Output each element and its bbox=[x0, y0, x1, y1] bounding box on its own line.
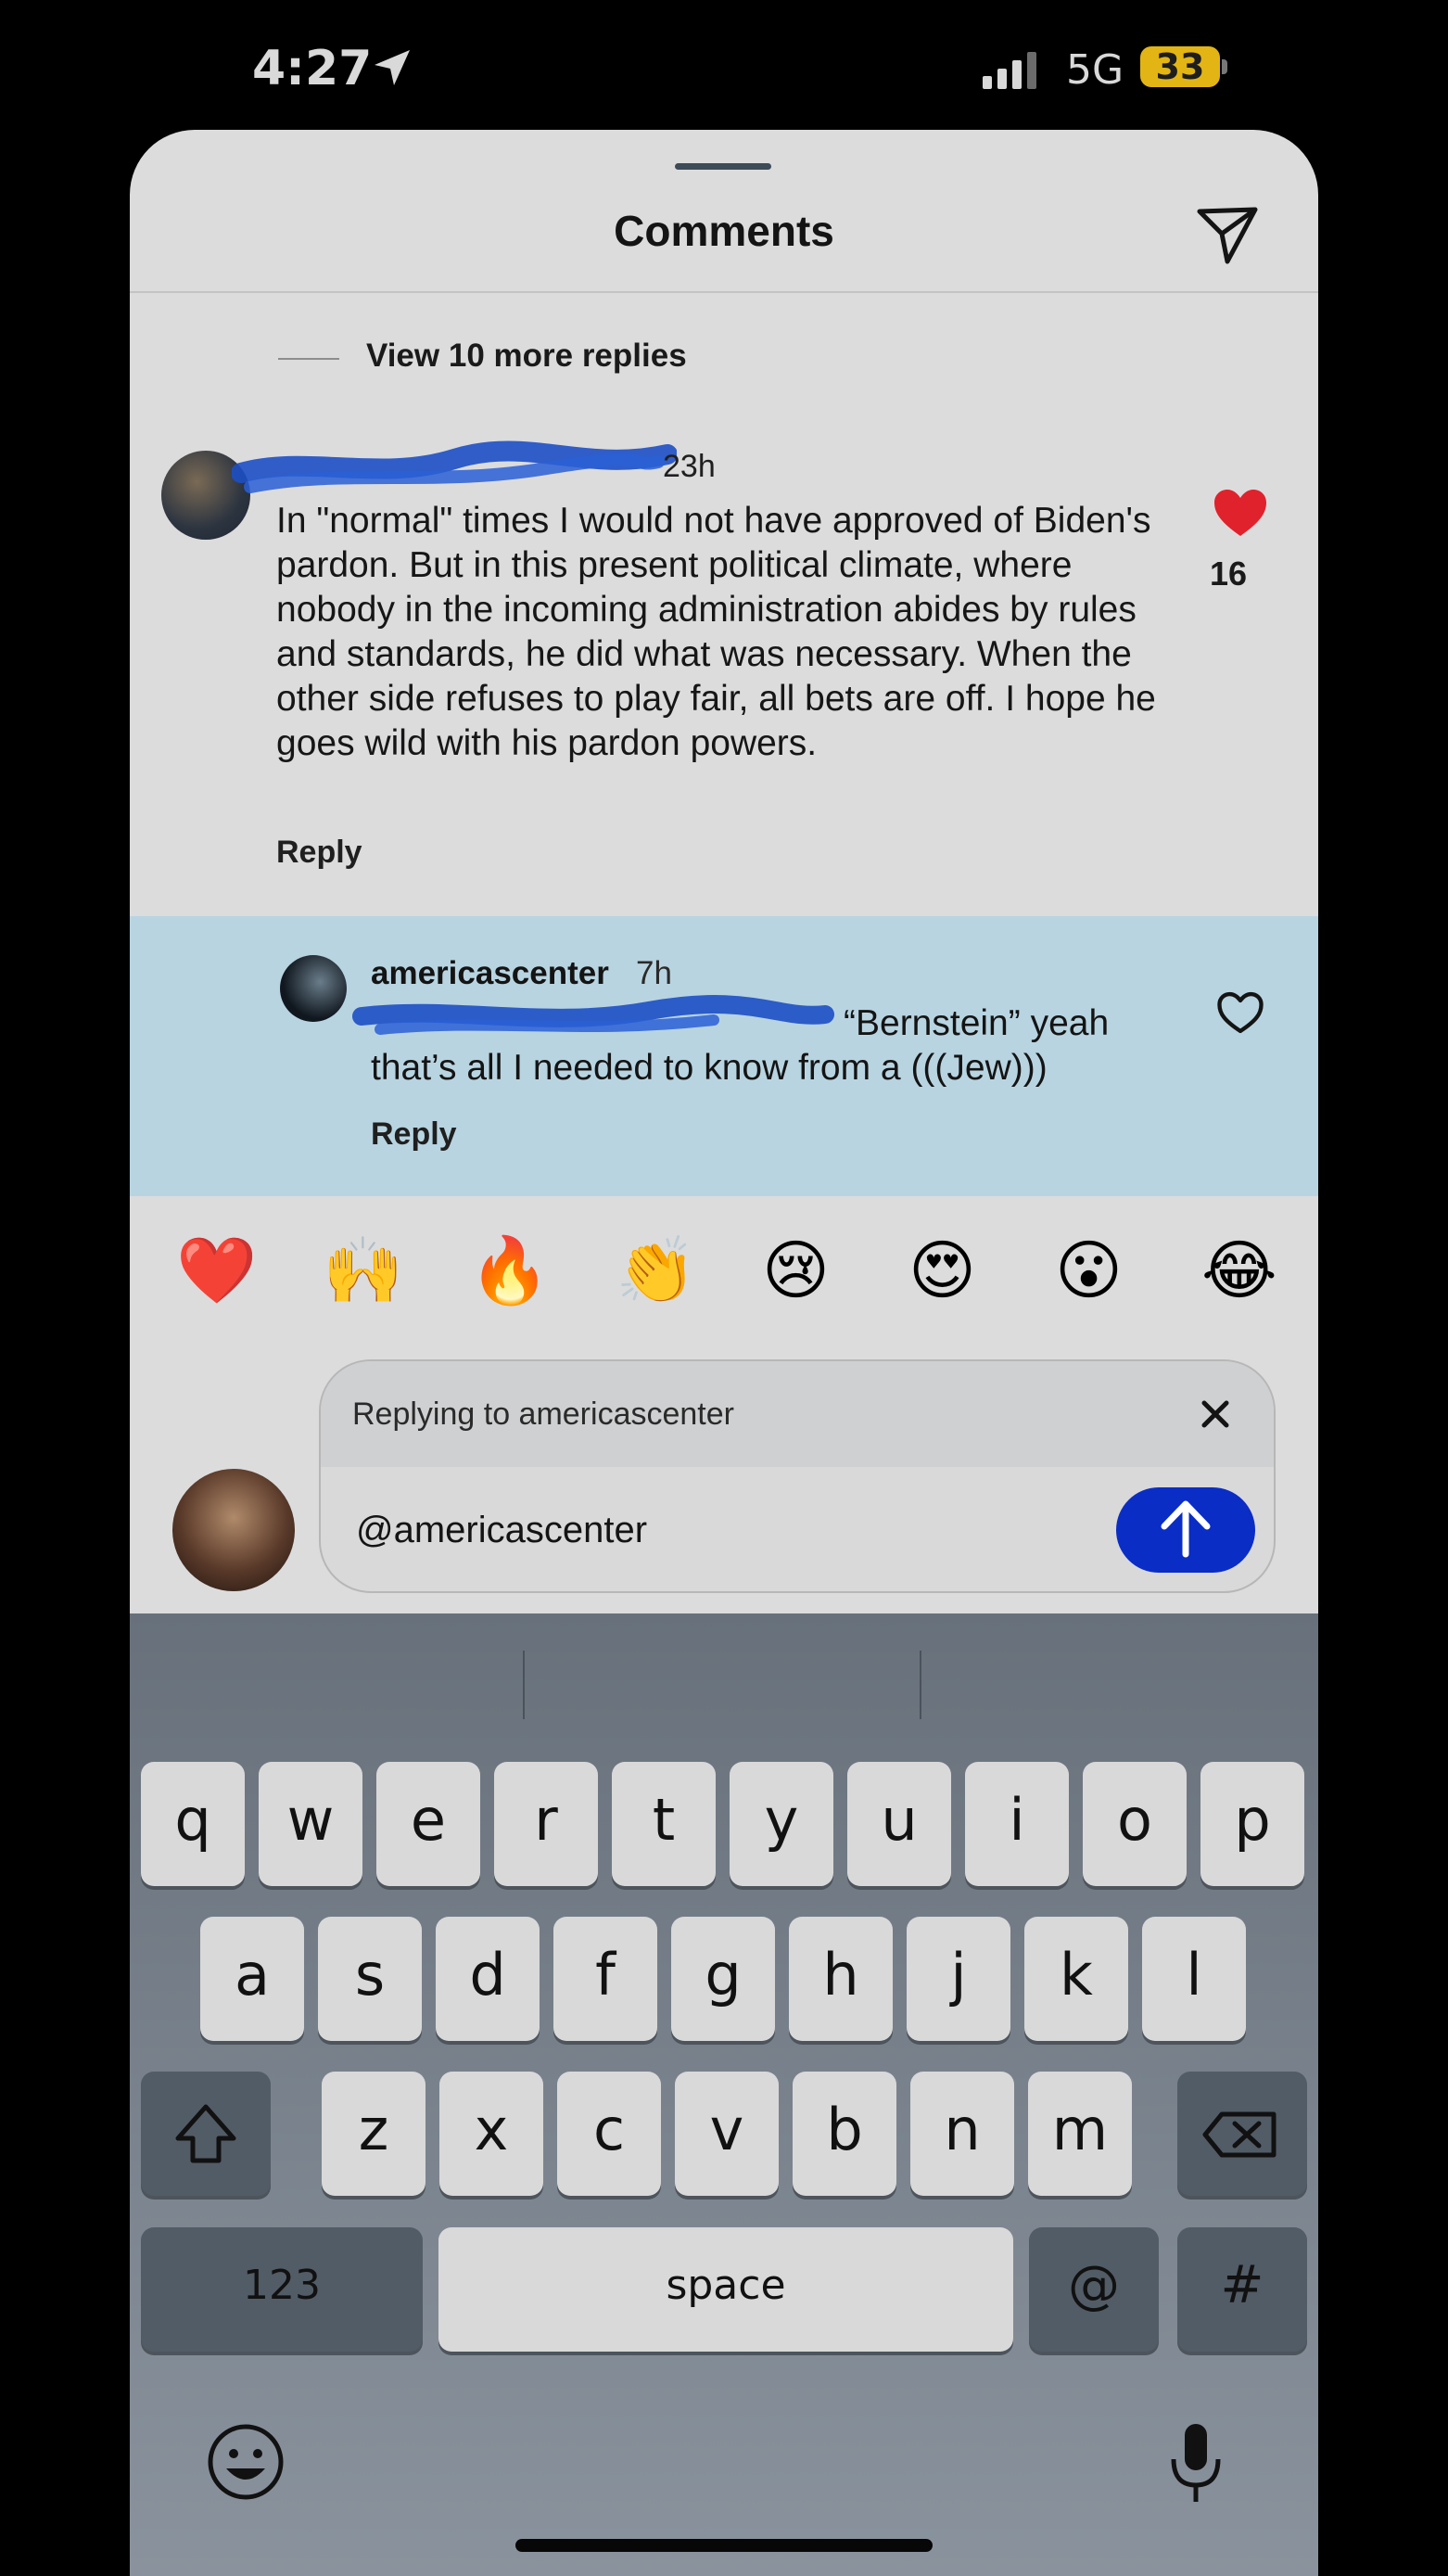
battery-nub bbox=[1222, 59, 1227, 74]
comment-time: 23h bbox=[663, 449, 716, 484]
sheet-grabber[interactable] bbox=[675, 163, 771, 170]
sheet-title: Comments bbox=[614, 207, 834, 255]
key-p[interactable]: p bbox=[1200, 1762, 1304, 1886]
send-button[interactable] bbox=[1116, 1487, 1255, 1573]
signal-icon bbox=[983, 52, 1036, 89]
key-n[interactable]: n bbox=[910, 2072, 1014, 2196]
emoji-heart[interactable]: ❤️ bbox=[176, 1233, 257, 1307]
key-f[interactable]: f bbox=[553, 1917, 657, 2041]
key-t[interactable]: t bbox=[612, 1762, 716, 1886]
key-q[interactable]: q bbox=[141, 1762, 245, 1886]
key-r[interactable]: r bbox=[494, 1762, 598, 1886]
redaction-scribble bbox=[232, 440, 677, 493]
shift-icon bbox=[175, 2104, 236, 2163]
backspace-key[interactable] bbox=[1177, 2072, 1307, 2196]
comment-username[interactable]: americascenter bbox=[371, 955, 609, 992]
numbers-key[interactable]: 123 bbox=[141, 2227, 423, 2352]
key-x[interactable]: x bbox=[439, 2072, 543, 2196]
location-arrow-icon bbox=[375, 50, 410, 85]
comment-text-line: that’s all I needed to know from a (((Je… bbox=[371, 1048, 1048, 1088]
share-icon[interactable] bbox=[1194, 200, 1261, 267]
key-c[interactable]: c bbox=[557, 2072, 661, 2196]
reply-button[interactable]: Reply bbox=[276, 835, 362, 871]
status-bar: 4:27 5G 33 bbox=[0, 0, 1448, 139]
view-more-replies-link[interactable]: View 10 more replies bbox=[366, 338, 687, 375]
comment-text: In "normal" times I would not have appro… bbox=[276, 501, 1156, 763]
at-key[interactable]: @ bbox=[1029, 2227, 1159, 2352]
key-w[interactable]: w bbox=[259, 1762, 362, 1886]
reply-composer: Replying to americascenter @americascent… bbox=[319, 1359, 1276, 1593]
emoji-crying[interactable]: 😢 bbox=[762, 1233, 830, 1307]
key-s[interactable]: s bbox=[318, 1917, 422, 2041]
arrow-up-icon bbox=[1161, 1500, 1211, 1558]
battery-icon: 33 bbox=[1140, 46, 1220, 87]
comment-time: 7h bbox=[636, 955, 672, 991]
emoji-heart-eyes[interactable]: 😍 bbox=[908, 1233, 976, 1307]
key-o[interactable]: o bbox=[1083, 1762, 1187, 1886]
reply-button[interactable]: Reply bbox=[371, 1116, 457, 1153]
home-indicator bbox=[515, 2539, 933, 2552]
key-b[interactable]: b bbox=[793, 2072, 896, 2196]
like-count: 16 bbox=[1209, 555, 1248, 593]
emoji-laughing[interactable]: 😂 bbox=[1201, 1233, 1277, 1307]
key-d[interactable]: d bbox=[436, 1917, 540, 2041]
suggestion-divider bbox=[523, 1651, 525, 1719]
comments-sheet: Comments View 10 more replies 23h In "no… bbox=[130, 130, 1318, 1613]
emoji-keyboard-icon[interactable] bbox=[206, 2422, 286, 2502]
emoji-clap[interactable]: 👏 bbox=[616, 1233, 696, 1307]
status-time: 4:27 bbox=[252, 41, 373, 96]
key-h[interactable]: h bbox=[789, 1917, 893, 2041]
key-k[interactable]: k bbox=[1024, 1917, 1128, 2041]
key-l[interactable]: l bbox=[1142, 1917, 1246, 2041]
key-z[interactable]: z bbox=[322, 2072, 426, 2196]
comment-text-line: “Bernstein” yeah bbox=[844, 1003, 1110, 1043]
user-avatar[interactable] bbox=[172, 1469, 295, 1591]
shift-key[interactable] bbox=[141, 2072, 271, 2196]
heart-filled-icon[interactable] bbox=[1213, 488, 1268, 538]
comment-input[interactable]: @americascenter bbox=[356, 1510, 647, 1551]
suggestion-divider bbox=[920, 1651, 921, 1719]
close-icon[interactable] bbox=[1200, 1398, 1231, 1430]
emoji-fire[interactable]: 🔥 bbox=[469, 1233, 550, 1307]
avatar[interactable] bbox=[280, 955, 347, 1022]
header-divider bbox=[130, 291, 1318, 293]
network-label: 5G bbox=[1066, 46, 1124, 94]
heart-outline-icon[interactable] bbox=[1216, 990, 1264, 1035]
key-g[interactable]: g bbox=[671, 1917, 775, 2041]
key-m[interactable]: m bbox=[1028, 2072, 1132, 2196]
redaction-scribble bbox=[352, 995, 834, 1035]
key-a[interactable]: a bbox=[200, 1917, 304, 2041]
key-u[interactable]: u bbox=[847, 1762, 951, 1886]
hash-key[interactable]: # bbox=[1177, 2227, 1307, 2352]
key-e[interactable]: e bbox=[376, 1762, 480, 1886]
key-v[interactable]: v bbox=[675, 2072, 779, 2196]
emoji-raised-hands[interactable]: 🙌 bbox=[323, 1233, 403, 1307]
key-j[interactable]: j bbox=[907, 1917, 1010, 2041]
key-y[interactable]: y bbox=[730, 1762, 833, 1886]
backspace-icon bbox=[1202, 2111, 1277, 2158]
microphone-icon[interactable] bbox=[1168, 2420, 1224, 2506]
emoji-surprised[interactable]: 😮 bbox=[1055, 1233, 1123, 1307]
replying-to-label: Replying to americascenter bbox=[352, 1396, 734, 1432]
keyboard: q w e r t y u i o p a s d f g h j k l z … bbox=[130, 1613, 1318, 2576]
space-key[interactable]: space bbox=[438, 2227, 1013, 2352]
view-more-line bbox=[278, 358, 339, 360]
key-i[interactable]: i bbox=[965, 1762, 1069, 1886]
emoji-reaction-bar bbox=[130, 1196, 1318, 1363]
